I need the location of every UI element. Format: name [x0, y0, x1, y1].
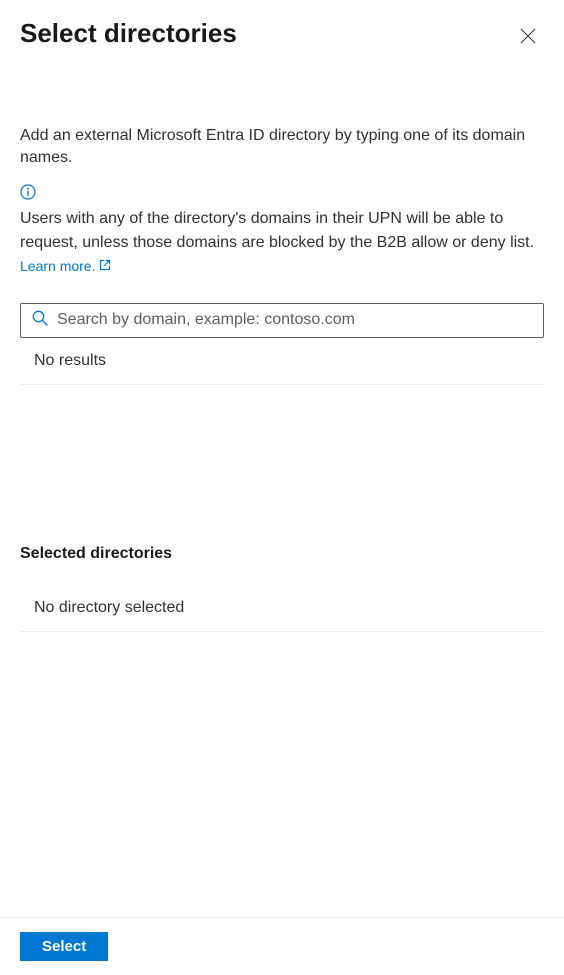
search-field-wrapper[interactable]	[20, 303, 544, 338]
close-icon	[520, 31, 536, 48]
search-icon	[31, 309, 49, 332]
info-message: Users with any of the directory's domain…	[20, 210, 534, 251]
no-results-row: No results	[20, 338, 544, 385]
panel-title: Select directories	[20, 18, 237, 49]
footer-bar: Select	[0, 917, 564, 975]
learn-more-link[interactable]: Learn more.	[20, 256, 111, 277]
no-directory-selected-row: No directory selected	[20, 585, 544, 632]
learn-more-label: Learn more.	[20, 256, 95, 277]
info-block: Users with any of the directory's domain…	[20, 184, 544, 279]
selected-directories-heading: Selected directories	[20, 545, 544, 563]
close-button[interactable]	[514, 22, 542, 55]
external-link-icon	[99, 256, 111, 277]
info-text: Users with any of the directory's domain…	[20, 207, 544, 279]
description-text: Add an external Microsoft Entra ID direc…	[20, 125, 544, 170]
select-button[interactable]: Select	[20, 932, 108, 961]
info-icon	[20, 184, 36, 205]
search-input[interactable]	[49, 309, 533, 331]
